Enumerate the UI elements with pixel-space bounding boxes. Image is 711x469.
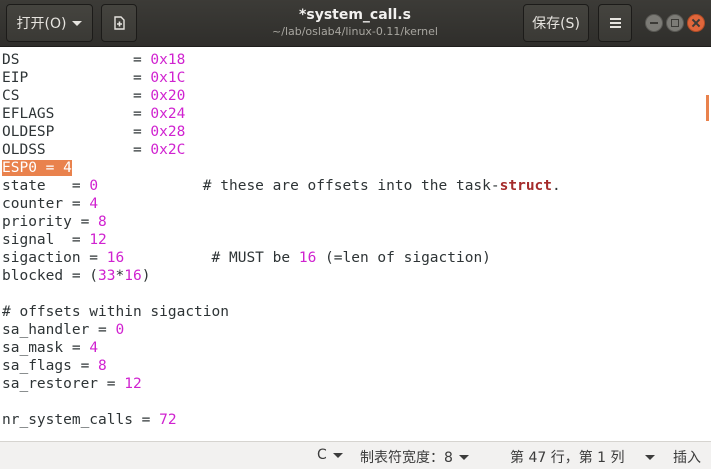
number-literal: 16 [106,250,125,266]
number-literal: 16 [124,268,142,284]
code-text: # MUST be [124,250,299,266]
save-button-label: 保存(S) [532,16,580,32]
minimize-icon[interactable] [645,14,663,32]
code-text: sa_flags = [2,358,99,374]
code-text: sa_handler = [2,322,116,338]
code-line: priority = 8 [2,213,107,231]
hamburger-menu-icon [609,16,621,30]
code-line: state = 0 # these are offsets into the t… [2,177,561,195]
code-text: sa_restorer = [2,376,125,392]
code-line: sa_restorer = 12 [2,375,142,393]
number-literal: 33 [98,268,116,284]
code-text: sa_mask = [2,340,90,356]
cursor-position-label: 第 47 行，第 1 列 [510,450,625,466]
scrollbar-indicator[interactable] [706,95,709,121]
tab-width-selector[interactable]: 制表符宽度：8 [360,447,469,467]
number-literal: 0 [115,322,125,338]
status-bar: C 制表符宽度：8 第 47 行，第 1 列 插入 [0,441,711,469]
code-text: . [552,178,561,194]
number-literal: 72 [159,412,177,428]
cursor-position-selector[interactable]: 第 47 行，第 1 列 [510,447,655,467]
code-line: blocked = (33*16) [2,267,150,285]
language-label: C [317,447,327,463]
chevron-down-icon [458,454,469,460]
number-literal: 0x2C [150,142,186,158]
chevron-down-icon [644,454,655,460]
open-button-label: 打开(O) [16,16,67,32]
code-line: sigaction = 16 # MUST be 16 (=len of sig… [2,249,491,267]
code-line: nr_system_calls = 72 [2,411,177,429]
language-selector[interactable]: C [317,447,343,463]
number-literal: 0x28 [150,124,186,140]
insert-mode-label: 插入 [673,450,701,466]
number-literal: 0x24 [150,106,186,122]
open-button[interactable]: 打开(O) [6,4,93,42]
code-text: state = [2,178,90,194]
code-text: CS = [2,88,151,104]
code-line: OLDSS = 0x2C [2,141,185,159]
number-literal: 16 [298,250,317,266]
code-text: DS = [2,52,151,68]
code-line: signal = 12 [2,231,107,249]
number-literal: 12 [89,232,107,248]
code-line: OLDESP = 0x28 [2,123,185,141]
number-literal: 0x20 [150,88,186,104]
number-literal: 12 [124,376,142,392]
code-text: EFLAGS = [2,106,151,122]
selected-text: ESP0 = 4 [2,160,72,176]
code-editor[interactable]: DS = 0x18 EIP = 0x1C CS = 0x20 EFLAGS = 0x2… [0,48,700,441]
maximize-icon[interactable] [666,14,684,32]
code-text: (=len of sigaction) [316,250,491,266]
code-line: sa_mask = 4 [2,339,98,357]
code-line: EFLAGS = 0x24 [2,105,185,123]
number-literal: 4 [89,196,99,212]
close-icon[interactable] [687,14,705,32]
number-literal: 0x1C [150,70,186,86]
header-bar: 打开(O) *system_call.s ~/lab/oslab4/linux-… [0,0,711,47]
code-text: priority = [2,214,99,230]
menu-button[interactable] [598,4,632,42]
code-line: sa_flags = 8 [2,357,107,375]
number-literal: 8 [98,358,107,374]
code-text: EIP = [2,70,151,86]
number-literal: 0 [89,178,99,194]
code-text: * [115,268,125,284]
tab-width-label: 制表符宽度：8 [360,450,453,466]
code-text: # offsets within sigaction [2,304,229,320]
code-line: # offsets within sigaction [2,303,229,321]
new-document-button[interactable] [101,4,137,42]
code-line: sa_handler = 0 [2,321,124,339]
code-text: OLDSS = [2,142,151,158]
keyword-token: struct [499,178,553,194]
code-line: DS = 0x18 [2,51,185,69]
code-line: EIP = 0x1C [2,69,185,87]
code-text: # these are offsets into the task- [98,178,500,194]
window-title-area: *system_call.s ~/lab/oslab4/linux-0.11/k… [180,6,530,39]
document-title: *system_call.s [299,7,411,23]
code-line: counter = 4 [2,195,98,213]
code-text: blocked = ( [2,268,99,284]
document-path: ~/lab/oslab4/linux-0.11/kernel [272,25,438,38]
code-text: counter = [2,196,90,212]
code-text: nr_system_calls = [2,412,160,428]
number-literal: 8 [98,214,107,230]
code-text: ) [141,268,151,284]
chevron-down-icon [72,20,83,26]
code-line: CS = 0x20 [2,87,185,105]
number-literal: 0x18 [150,52,186,68]
code-text: sigaction = [2,250,107,266]
code-text: signal = [2,232,90,248]
code-line: ESP0 = 4 [2,159,72,177]
insert-mode-indicator: 插入 [673,447,701,467]
code-text: OLDESP = [2,124,151,140]
chevron-down-icon [332,452,343,458]
number-literal: 4 [89,340,99,356]
new-document-icon [114,16,125,30]
save-button[interactable]: 保存(S) [523,4,589,42]
